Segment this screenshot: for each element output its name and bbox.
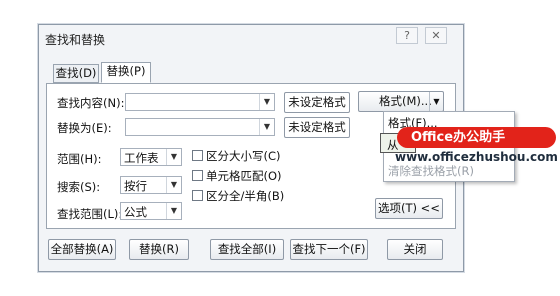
watermark-url: www.officezhushou.com	[395, 150, 558, 164]
scope-value: 工作表	[124, 151, 159, 165]
replace-all-button[interactable]: 全部替换(A)	[48, 239, 116, 260]
close-icon[interactable]: ✕	[425, 27, 447, 44]
match-cell-checkbox[interactable]	[192, 170, 203, 181]
match-cell-label[interactable]: 单元格匹配(O)	[206, 168, 282, 184]
find-what-combobox[interactable]: ▼	[125, 93, 275, 111]
match-width-checkbox[interactable]	[192, 190, 203, 201]
replace-with-label: 替换为(E):	[57, 121, 112, 135]
search-value: 按行	[124, 179, 147, 193]
replace-format-preview: 未设定格式	[284, 117, 350, 138]
look-in-value: 公式	[124, 205, 147, 219]
search-label: 搜索(S):	[57, 180, 101, 194]
replace-button[interactable]: 替换(R)	[129, 239, 189, 260]
menu-item-clear-format: 清除查找格式(R)	[388, 164, 474, 178]
look-in-select[interactable]: 公式 ▼	[120, 202, 182, 220]
find-what-label: 查找内容(N):	[57, 96, 125, 110]
chevron-down-icon[interactable]: ▼	[259, 119, 274, 135]
match-case-label[interactable]: 区分大小写(C)	[206, 148, 281, 164]
match-width-label[interactable]: 区分全/半角(B)	[206, 188, 284, 204]
chevron-down-icon[interactable]: ▼	[429, 92, 443, 111]
chevron-down-icon[interactable]: ▼	[259, 94, 274, 110]
format-button[interactable]: 格式(M)... ▼	[358, 91, 444, 112]
tab-find[interactable]: 查找(D)	[53, 64, 99, 83]
chevron-down-icon[interactable]: ▼	[166, 177, 181, 193]
options-button[interactable]: 选项(T) <<	[375, 198, 443, 219]
search-select[interactable]: 按行 ▼	[120, 176, 182, 194]
look-in-label: 查找范围(L):	[57, 207, 123, 221]
find-all-button[interactable]: 查找全部(I)	[210, 239, 284, 260]
scope-label: 范围(H):	[57, 152, 102, 166]
watermark-badge: Office办公助手	[397, 127, 556, 148]
find-format-preview: 未设定格式	[284, 92, 350, 113]
tab-replace[interactable]: 替换(P)	[101, 62, 151, 83]
match-case-checkbox[interactable]	[192, 150, 203, 161]
chevron-down-icon[interactable]: ▼	[166, 149, 181, 165]
scope-select[interactable]: 工作表 ▼	[120, 148, 182, 166]
format-button-label: 格式(M)...	[379, 94, 432, 108]
replace-with-combobox[interactable]: ▼	[125, 118, 275, 136]
find-next-button[interactable]: 查找下一个(F)	[290, 239, 368, 260]
close-button[interactable]: 关闭	[387, 239, 443, 260]
chevron-down-icon[interactable]: ▼	[166, 203, 181, 219]
help-button[interactable]: ?	[396, 27, 418, 44]
dialog-title: 查找和替换	[45, 33, 106, 47]
